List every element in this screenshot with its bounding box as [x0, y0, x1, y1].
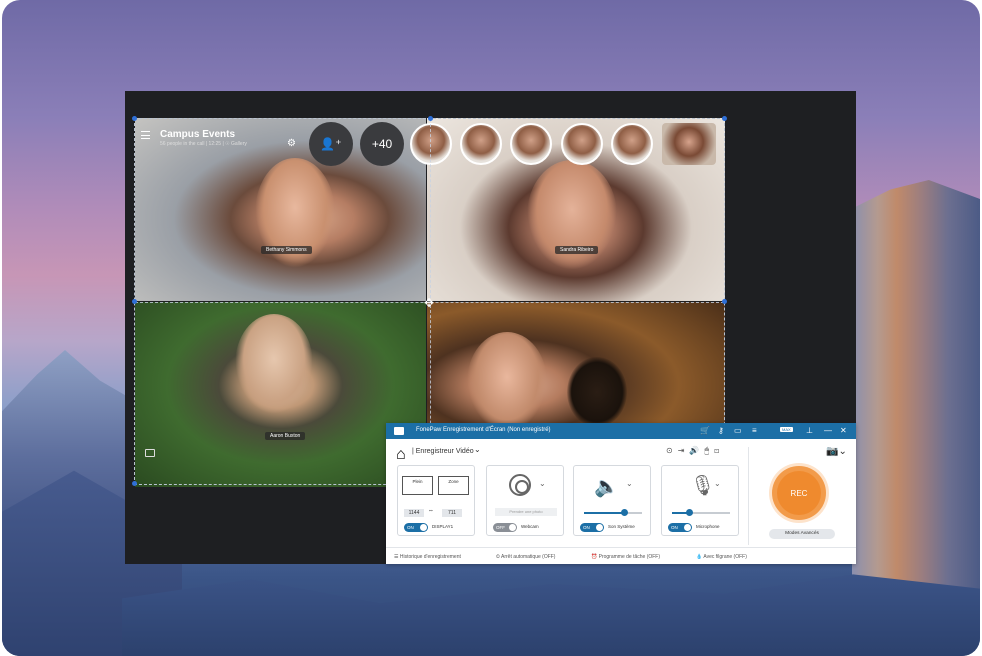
- mountain-bottom: [122, 574, 980, 656]
- menu-lines-icon[interactable]: ≡: [752, 426, 757, 435]
- width-input[interactable]: 1144: [404, 509, 424, 517]
- toggle-state: ON: [407, 525, 414, 530]
- close-icon[interactable]: ✕: [840, 426, 847, 435]
- webcam-card: ⌄ Prendre une photo OFF Webcam: [486, 465, 564, 536]
- system-sound-card: 🔈 ⌄ ON Son Système: [573, 465, 651, 536]
- toggle-knob: [596, 524, 603, 531]
- max-badge[interactable]: MAX: [780, 427, 793, 432]
- recorder-footer: ☰ Historique d'enregistrement ⏲ Arrêt au…: [386, 547, 856, 564]
- microphone-card: 🎙 ⌄ ON Microphone: [661, 465, 739, 536]
- minimize-icon[interactable]: —: [824, 426, 832, 435]
- resize-handle[interactable]: [132, 299, 137, 304]
- resize-handle[interactable]: [722, 299, 727, 304]
- key-icon[interactable]: ⚷: [718, 426, 724, 435]
- microphone-label: Microphone: [696, 524, 720, 529]
- toggle-knob: [420, 524, 427, 531]
- display-label[interactable]: DISPLAY1: [432, 524, 453, 529]
- resize-handle[interactable]: [132, 481, 137, 486]
- webcam-icon: [509, 474, 531, 496]
- microphone-slider[interactable]: [672, 509, 730, 516]
- take-photo-button[interactable]: Prendre une photo: [495, 508, 557, 516]
- pin-icon[interactable]: ⊥: [806, 426, 813, 435]
- move-cursor-icon: ✥: [424, 296, 435, 310]
- resize-handle[interactable]: [132, 116, 137, 121]
- webcam-label: Webcam: [521, 524, 539, 529]
- slider-thumb[interactable]: [621, 509, 629, 516]
- rec-label: REC: [790, 488, 808, 498]
- height-input[interactable]: 711: [442, 509, 462, 517]
- home-icon[interactable]: ⌂: [396, 446, 406, 463]
- system-sound-toggle[interactable]: ON: [580, 523, 604, 532]
- resize-handle[interactable]: [428, 116, 433, 121]
- toggle-knob: [684, 524, 691, 531]
- toggle-state: ON: [583, 525, 590, 530]
- toggle-state: OFF: [496, 525, 505, 530]
- link-icon[interactable]: ⇔: [428, 508, 434, 514]
- slider-fill: [584, 512, 625, 514]
- system-sound-slider[interactable]: [584, 509, 642, 516]
- camera-icon[interactable]: 📷⌄: [826, 446, 847, 457]
- task-schedule-label: Programme de tâche (OFF): [598, 554, 661, 560]
- chevron-down-icon[interactable]: ⌄: [714, 479, 721, 488]
- full-screen-button[interactable]: Plein: [402, 476, 433, 495]
- webcam-toggle[interactable]: OFF: [493, 523, 517, 532]
- speaker-icon: 🔈: [594, 476, 619, 498]
- advanced-modes-button[interactable]: Modes Avancés: [769, 529, 835, 539]
- chevron-down-icon[interactable]: ⌄: [539, 479, 546, 488]
- slider-thumb[interactable]: [685, 509, 693, 516]
- display-card: Plein Zone 1144 ⇔ 711 ON DISPLAY1: [397, 465, 475, 536]
- chevron-down-icon[interactable]: ⌄: [474, 445, 481, 454]
- microphone-icon: 🎙: [690, 475, 716, 497]
- toggle-knob: [509, 524, 516, 531]
- recorder-titlebar: FonePaw Enregistrement d'Écran (Non enre…: [386, 423, 856, 439]
- toolbar-icons[interactable]: ⊙⇥🔊🖱⊡: [666, 446, 724, 456]
- auto-stop-label: Arrêt automatique (OFF): [501, 554, 556, 560]
- zone-button[interactable]: Zone: [438, 476, 469, 495]
- recorder-mode-label[interactable]: | Enregistreur Vidéo: [412, 448, 474, 455]
- system-sound-label: Son Système: [608, 524, 635, 529]
- rec-button[interactable]: REC: [772, 466, 826, 520]
- watermark-label: Avec filgrane (OFF): [703, 554, 747, 560]
- display-toggle[interactable]: ON: [404, 523, 428, 532]
- toggle-state: ON: [671, 525, 678, 530]
- microphone-toggle[interactable]: ON: [668, 523, 692, 532]
- history-link[interactable]: ☰ Historique d'enregistrement: [394, 554, 461, 560]
- task-schedule-link[interactable]: ⏰ Programme de tâche (OFF): [591, 554, 660, 560]
- recorder-window-title: FonePaw Enregistrement d'Écran (Non enre…: [416, 427, 551, 433]
- watermark-link[interactable]: 💧 Avec filgrane (OFF): [696, 554, 747, 560]
- history-label: Historique d'enregistrement: [399, 554, 461, 560]
- chevron-down-icon[interactable]: ⌄: [626, 479, 633, 488]
- app-logo-icon: [394, 427, 404, 435]
- feedback-icon[interactable]: ▭: [734, 426, 742, 435]
- resize-handle[interactable]: [722, 116, 727, 121]
- cart-icon[interactable]: 🛒: [700, 426, 710, 435]
- divider: [748, 447, 749, 545]
- screen-recorder-panel: FonePaw Enregistrement d'Écran (Non enre…: [386, 423, 856, 564]
- auto-stop-link[interactable]: ⏲ Arrêt automatique (OFF): [496, 554, 555, 560]
